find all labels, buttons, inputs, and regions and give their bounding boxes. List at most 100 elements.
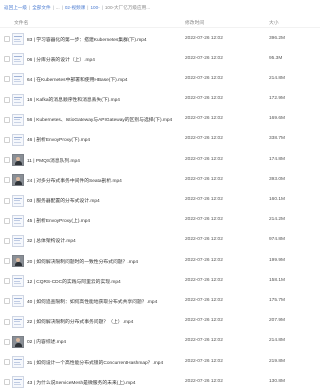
column-header-name[interactable]: 文件名 — [14, 19, 28, 26]
row-checkbox[interactable] — [4, 177, 10, 184]
file-name[interactable]: 03 | 服务器配置的分布式设计.mp4 — [27, 197, 177, 204]
video-thumbnail-icon — [12, 154, 24, 167]
file-row[interactable]: 45 | 剖析EnvoyProxy(上).mp4 2022-07-26 12:02… — [0, 211, 320, 231]
file-name[interactable]: 46 | 剖析EnvoyProxy(下).mp4 — [27, 136, 177, 143]
video-thumbnail-icon — [12, 234, 24, 247]
file-modified-date: 2022-07-26 12:02 — [185, 75, 223, 81]
video-thumbnail-icon — [12, 376, 24, 389]
file-size: 214.8M — [269, 75, 285, 81]
video-thumbnail-icon — [12, 133, 24, 146]
row-checkbox[interactable] — [4, 197, 10, 204]
file-name[interactable]: 24 | 对多分布式事务中间件的Seata剖析.mp4 — [27, 177, 177, 184]
file-row[interactable]: 64 | 在Kubernetes中部署和使用HBase(下).mp4 2022-0… — [0, 69, 320, 89]
file-name[interactable]: 64 | 在Kubernetes中部署和使用HBase(下).mp4 — [27, 76, 177, 83]
file-modified-date: 2022-07-26 12:02 — [185, 257, 223, 263]
file-name[interactable]: 20 | 如何解决限制问题时的一致性分布式问题？.mp4 — [27, 258, 177, 265]
file-size: 207.9M — [269, 318, 285, 324]
file-row[interactable]: 43 | 为什么说ServiceMesh是微服务的未来(上).mp4 2022-0… — [0, 372, 320, 392]
file-size: 396.2M — [269, 35, 285, 41]
row-checkbox[interactable] — [4, 359, 10, 365]
breadcrumb-separator: | — [52, 5, 54, 10]
video-thumbnail-icon — [12, 214, 24, 227]
file-name[interactable]: 06 | 分库分表的设计（上）.mp4 — [27, 56, 177, 63]
file-size: 214.2M — [269, 217, 285, 223]
file-row[interactable]: 11 | PMQS消息队列.mp4 2022-07-26 12:02 174.8M — [0, 150, 320, 170]
column-header-size[interactable]: 大小 — [269, 19, 279, 26]
video-thumbnail-icon — [12, 53, 24, 66]
file-modified-date: 2022-07-26 12:02 — [185, 116, 223, 122]
file-name[interactable]: 56 | Kubernetes、IstioGateway与APIGateway的… — [27, 116, 177, 123]
file-name[interactable]: 43 | 为什么说ServiceMesh是微服务的未来(上).mp4 — [27, 379, 177, 386]
file-modified-date: 2022-07-26 12:02 — [185, 318, 223, 324]
row-checkbox[interactable] — [4, 217, 10, 224]
row-checkbox[interactable] — [4, 318, 10, 325]
row-checkbox[interactable] — [4, 116, 10, 123]
file-row[interactable]: 22 | 如何解决限制的分布式事务问题？（上）.mp4 2022-07-26 12… — [0, 312, 320, 332]
video-thumbnail-icon — [12, 295, 24, 308]
file-name[interactable]: 22 | 如何解决限制的分布式事务问题？（上）.mp4 — [27, 318, 177, 325]
file-modified-date: 2022-07-26 12:02 — [185, 55, 223, 61]
file-row[interactable]: 12 | CQRS-CDC的实践与阿里云的实现.mp4 2022-07-26 12… — [0, 271, 320, 291]
column-header-date[interactable]: 修改时间 — [185, 19, 204, 26]
row-checkbox[interactable] — [4, 379, 10, 386]
file-modified-date: 2022-07-26 12:02 — [185, 136, 223, 142]
row-checkbox[interactable] — [4, 36, 10, 42]
file-size: 199.9M — [269, 257, 285, 263]
file-size: 130.8M — [269, 378, 285, 384]
row-checkbox[interactable] — [4, 258, 10, 265]
file-list-header: 文件名 修改时间 大小 — [0, 16, 320, 28]
file-row[interactable]: 56 | Kubernetes、IstioGateway与APIGateway的… — [0, 110, 320, 130]
video-thumbnail-icon — [12, 73, 24, 86]
row-checkbox[interactable] — [4, 278, 10, 285]
breadcrumb-separator: | — [61, 5, 63, 10]
file-list: 83 | 学习容器化的第一步：搭建Kubernetes集群(下).mp4 2022… — [0, 29, 320, 392]
file-row[interactable]: 03 | 服务器配置的分布式设计.mp4 2022-07-26 12:02 160.… — [0, 191, 320, 211]
file-name[interactable]: 31 | 如何设计一个高性能分布式锁的ConcurrentHashmap？.mp… — [27, 359, 177, 366]
file-row[interactable]: 40 | 如何追查限制：如何高性能地获取分布式共享问题？.mp4 2022-07-… — [0, 291, 320, 311]
file-size: 95.3M — [269, 55, 283, 61]
file-name[interactable]: 32 | 总体架构设计.mp4 — [27, 237, 177, 244]
breadcrumb-item: ... — [55, 5, 60, 10]
video-thumbnail-icon — [12, 174, 24, 187]
file-name[interactable]: 16 | Kafka的消息顺序性和消息丢失(下).mp4 — [27, 96, 177, 103]
file-modified-date: 2022-07-26 12:02 — [185, 358, 223, 364]
file-row[interactable]: 20 | 如何解决限制问题时的一致性分布式问题？.mp4 2022-07-26 1… — [0, 251, 320, 271]
file-size: 175.7M — [269, 297, 285, 303]
file-name[interactable]: 11 | PMQS消息队列.mp4 — [27, 157, 177, 164]
file-row[interactable]: 46 | 剖析EnvoyProxy(下).mp4 2022-07-26 12:02… — [0, 130, 320, 150]
video-thumbnail-icon — [12, 356, 24, 368]
breadcrumb-item[interactable]: 02-视频课 — [65, 5, 85, 11]
file-name[interactable]: 83 | 学习容器化的第一步：搭建Kubernetes集群(下).mp4 — [27, 36, 177, 43]
file-size: 174.8M — [269, 156, 285, 162]
breadcrumb-item[interactable]: 全部文件 — [32, 5, 50, 11]
file-name[interactable]: 40 | 如何追查限制：如何高性能地获取分布式共享问题？.mp4 — [27, 298, 177, 305]
file-size: 219.8M — [269, 358, 285, 364]
video-thumbnail-icon — [12, 255, 24, 268]
video-thumbnail-icon — [12, 33, 24, 45]
file-name[interactable]: 45 | 剖析EnvoyProxy(上).mp4 — [27, 217, 177, 224]
file-modified-date: 2022-07-26 12:02 — [185, 277, 223, 283]
row-checkbox[interactable] — [4, 298, 10, 305]
file-modified-date: 2022-07-26 12:02 — [185, 338, 223, 344]
row-checkbox[interactable] — [4, 157, 10, 164]
file-modified-date: 2022-07-26 12:02 — [185, 197, 223, 202]
file-row[interactable]: 83 | 学习容器化的第一步：搭建Kubernetes集群(下).mp4 2022… — [0, 29, 320, 49]
row-checkbox[interactable] — [4, 136, 10, 143]
file-row[interactable]: 24 | 对多分布式事务中间件的Seata剖析.mp4 2022-07-26 12… — [0, 170, 320, 190]
row-checkbox[interactable] — [4, 76, 10, 83]
row-checkbox[interactable] — [4, 56, 10, 63]
breadcrumb-item[interactable]: 100- — [90, 5, 99, 10]
file-name[interactable]: 02 | 内容综述.mp4 — [27, 338, 177, 345]
row-checkbox[interactable] — [4, 237, 10, 244]
file-row[interactable]: 31 | 如何设计一个高性能分布式锁的ConcurrentHashmap？.mp… — [0, 352, 320, 372]
file-row[interactable]: 32 | 总体架构设计.mp4 2022-07-26 12:02 974.8M — [0, 231, 320, 251]
file-row[interactable]: 16 | Kafka的消息顺序性和消息丢失(下).mp4 2022-07-26 1… — [0, 90, 320, 110]
row-checkbox[interactable] — [4, 338, 10, 345]
file-size: 338.7M — [269, 136, 285, 142]
row-checkbox[interactable] — [4, 96, 10, 103]
breadcrumb-separator: | — [87, 5, 89, 10]
file-row[interactable]: 06 | 分库分表的设计（上）.mp4 2022-07-26 12:02 95.3M — [0, 49, 320, 69]
file-size: 172.9M — [269, 96, 285, 102]
breadcrumb-item[interactable]: 返回上一级 — [4, 5, 27, 11]
file-name[interactable]: 12 | CQRS-CDC的实践与阿里云的实现.mp4 — [27, 278, 177, 285]
